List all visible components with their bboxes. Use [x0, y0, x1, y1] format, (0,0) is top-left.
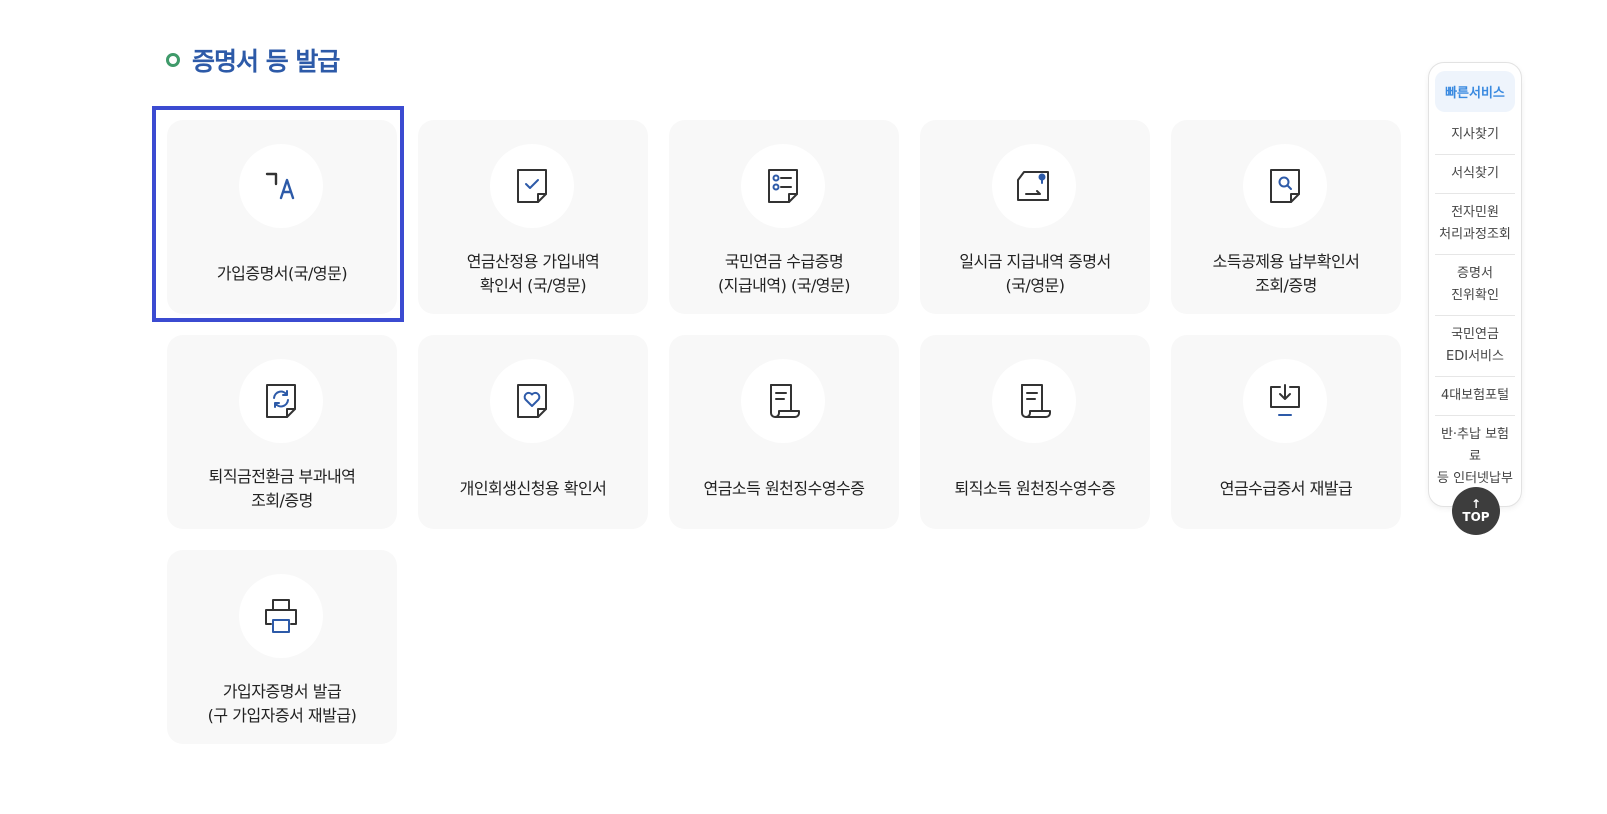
- document-check-icon: [490, 144, 574, 228]
- quick-item-form-search[interactable]: 서식찾기: [1435, 155, 1515, 194]
- card-retirement-conversion-history[interactable]: 퇴직금전환금 부과내역 조회/증명: [167, 335, 397, 529]
- section-title-text: 증명서 등 발급: [192, 47, 340, 76]
- receipt-icon: [992, 359, 1076, 443]
- card-label: 퇴직소득 원천징수영수증: [954, 479, 1116, 498]
- card-label: 가입증명서(국/영문): [216, 264, 348, 283]
- document-pin-icon: [992, 144, 1076, 228]
- printer-icon: [239, 574, 323, 658]
- quick-service-menu: 빠른서비스 지사찾기 서식찾기 전자민원 처리과정조회 증명서 진위확인 국민연…: [1428, 62, 1522, 507]
- card-pension-income-withholding-receipt[interactable]: 연금소득 원천징수영수증: [669, 335, 899, 529]
- card-label: 국민연금 수급증명 (지급내역) (국/영문): [718, 252, 851, 295]
- quick-item-civil-process[interactable]: 전자민원 처리과정조회: [1435, 194, 1515, 255]
- card-label: 소득공제용 납부확인서 조회/증명: [1212, 252, 1360, 295]
- section-title: 증명서 등 발급: [166, 42, 340, 78]
- quick-service-title: 빠른서비스: [1435, 71, 1515, 112]
- card-member-certificate-issue[interactable]: 가입자증명서 발급 (구 가입자증서 재발급): [167, 550, 397, 744]
- card-label: 연금산정용 가입내역 확인서 (국/영문): [466, 252, 600, 295]
- quick-item-insurance-portal[interactable]: 4대보험포털: [1435, 377, 1515, 416]
- document-list-icon: [741, 144, 825, 228]
- title-dot-icon: [166, 53, 180, 67]
- certificate-grid: 가입증명서(국/영문) 연금산정용 가입내역 확인서 (국/영문) 국민연금 수…: [167, 120, 1401, 744]
- quick-item-certificate-verify[interactable]: 증명서 진위확인: [1435, 255, 1515, 316]
- card-pension-receipt-certificate[interactable]: 국민연금 수급증명 (지급내역) (국/영문): [669, 120, 899, 314]
- card-pension-history-confirmation[interactable]: 연금산정용 가입내역 확인서 (국/영문): [418, 120, 648, 314]
- card-rehabilitation-confirmation[interactable]: 개인회생신청용 확인서: [418, 335, 648, 529]
- card-lump-sum-certificate[interactable]: 일시금 지급내역 증명서 (국/영문): [920, 120, 1150, 314]
- card-tax-deduction-receipt[interactable]: 소득공제용 납부확인서 조회/증명: [1171, 120, 1401, 314]
- card-label: 개인회생신청용 확인서: [459, 479, 607, 498]
- document-search-icon: [1243, 144, 1327, 228]
- card-label: 연금수급증서 재발급: [1219, 479, 1353, 498]
- receipt-icon: [741, 359, 825, 443]
- card-label: 퇴직금전환금 부과내역 조회/증명: [208, 467, 356, 510]
- card-membership-certificate[interactable]: 가입증명서(국/영문): [167, 120, 397, 314]
- document-heart-icon: [490, 359, 574, 443]
- scroll-top-button[interactable]: ↑ TOP: [1452, 487, 1500, 535]
- card-label: 연금소득 원천징수영수증: [703, 479, 865, 498]
- card-label: 일시금 지급내역 증명서 (국/영문): [959, 252, 1111, 295]
- quick-item-internet-payment[interactable]: 반·추납 보험료 등 인터넷납부: [1435, 416, 1515, 498]
- quick-item-branch-search[interactable]: 지사찾기: [1435, 116, 1515, 155]
- card-retirement-income-withholding-receipt[interactable]: 퇴직소득 원천징수영수증: [920, 335, 1150, 529]
- card-label: 가입자증명서 발급 (구 가입자증서 재발급): [207, 682, 357, 725]
- translate-icon: [239, 144, 323, 228]
- download-monitor-icon: [1243, 359, 1327, 443]
- arrow-up-icon: ↑: [1470, 497, 1482, 511]
- top-label: TOP: [1462, 510, 1490, 524]
- document-refresh-icon: [239, 359, 323, 443]
- card-pension-certificate-reissue[interactable]: 연금수급증서 재발급: [1171, 335, 1401, 529]
- quick-item-edi-service[interactable]: 국민연금 EDI서비스: [1435, 316, 1515, 377]
